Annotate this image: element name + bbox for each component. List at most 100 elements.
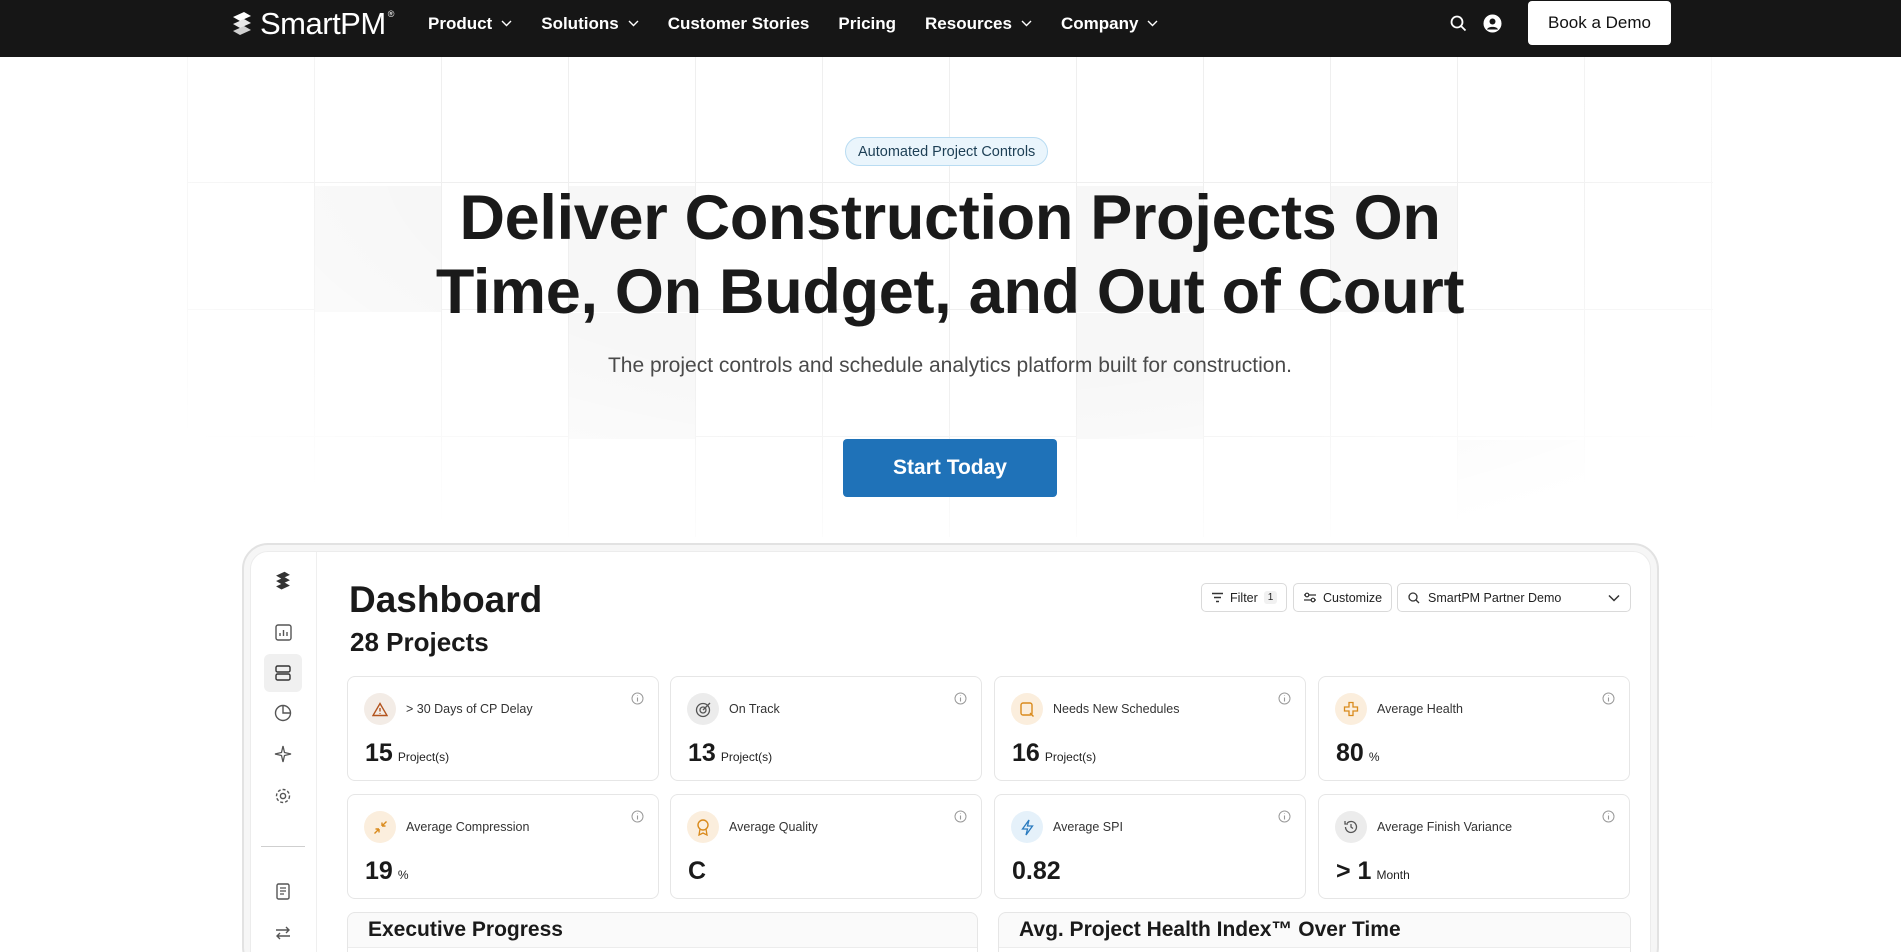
kpi-number: > 1 — [1336, 857, 1372, 885]
top-navigation: SmartPM ® Product Solutions Customer Sto… — [0, 0, 1901, 57]
customize-label: Customize — [1323, 590, 1383, 605]
info-icon[interactable] — [631, 810, 644, 823]
chevron-down-icon — [1608, 594, 1620, 602]
kpi-card-needs-new-schedules[interactable]: Needs New Schedules 16 Project(s) — [994, 676, 1306, 781]
brand-name: SmartPM — [260, 6, 386, 41]
search-icon[interactable] — [1448, 13, 1468, 33]
schedule-icon — [1011, 693, 1043, 725]
swap-arrows-icon[interactable] — [271, 921, 295, 945]
kpi-card-average-spi[interactable]: Average SPI 0.82 — [994, 794, 1306, 899]
menu-item-pricing[interactable]: Pricing — [838, 14, 896, 34]
chevron-down-icon — [628, 20, 639, 27]
kpi-number: 19 — [365, 857, 393, 885]
project-count: 28 Projects — [350, 627, 489, 657]
projects-icon[interactable] — [264, 654, 302, 692]
menu-item-label: Solutions — [541, 13, 619, 33]
hero-headline-line-1: Deliver Construction Projects On — [459, 183, 1441, 253]
panel-title: Avg. Project Health Index™ Over Time — [1019, 918, 1401, 941]
info-icon[interactable] — [954, 810, 967, 823]
dashboard-sidebar — [251, 552, 317, 952]
chevron-down-icon — [501, 20, 512, 27]
nav-actions: Book a Demo — [1448, 0, 1671, 46]
account-icon[interactable] — [1482, 13, 1502, 33]
menu-item-label: Company — [1060, 13, 1139, 33]
history-icon — [1335, 811, 1367, 843]
hero-badge: Automated Project Controls — [845, 137, 1049, 166]
kpi-number: C — [688, 857, 707, 885]
menu-item-solutions[interactable]: Solutions — [541, 13, 639, 34]
award-icon — [687, 811, 719, 843]
kpi-value: 80 % — [1336, 739, 1379, 768]
filter-button[interactable]: Filter 1 — [1201, 583, 1288, 612]
menu-item-product[interactable]: Product — [428, 14, 512, 34]
kpi-value: 0.82 — [1012, 857, 1066, 886]
info-icon[interactable] — [954, 692, 967, 705]
kpi-card-on-track[interactable]: On Track 13 Project(s) — [670, 676, 982, 781]
brand-registered-mark: ® — [387, 9, 395, 19]
kpi-value: > 1 Month — [1336, 857, 1410, 886]
compress-icon — [364, 811, 396, 843]
kpi-label: Average Quality — [729, 820, 818, 834]
kpi-unit: Project(s) — [397, 750, 450, 764]
kpi-value: 19 % — [365, 857, 408, 886]
warning-icon — [364, 693, 396, 725]
start-today-button[interactable]: Start Today — [843, 439, 1057, 497]
health-index-panel: Avg. Project Health Index™ Over Time — [998, 912, 1631, 952]
info-icon[interactable] — [1278, 810, 1291, 823]
kpi-card-average-compression[interactable]: Average Compression 19 % — [347, 794, 659, 899]
filter-lines-icon — [1212, 592, 1223, 603]
panel-title: Executive Progress — [368, 918, 563, 941]
kpi-label: Average Compression — [406, 820, 530, 834]
menu-item-customer-stories[interactable]: Customer Stories — [668, 14, 810, 34]
menu-item-label: Resources — [925, 13, 1012, 33]
kpi-unit: % — [1368, 750, 1380, 764]
kpi-label: Needs New Schedules — [1053, 702, 1180, 716]
main-menu: Product Solutions Customer Stories Prici… — [428, 0, 1158, 47]
kpi-card-average-health[interactable]: Average Health 80 % — [1318, 676, 1630, 781]
kpi-unit: Project(s) — [720, 750, 773, 764]
kpi-unit: % — [397, 868, 409, 882]
hero-subheadline: The project controls and schedule analyt… — [607, 354, 1292, 377]
pie-chart-icon[interactable] — [271, 701, 295, 725]
sparkle-icon[interactable] — [271, 742, 295, 766]
smartpm-logo-icon[interactable] — [271, 569, 295, 593]
info-icon[interactable] — [631, 692, 644, 705]
menu-item-label: Pricing — [838, 13, 897, 33]
info-icon[interactable] — [1278, 692, 1291, 705]
dashboard-preview: Dashboard 28 Projects Filter 1 Customize… — [250, 551, 1651, 952]
kpi-card-average-finish-variance[interactable]: Average Finish Variance > 1 Month — [1318, 794, 1630, 899]
hero-headline-line-2: Time, On Budget, and Out of Court — [435, 257, 1465, 327]
menu-item-resources[interactable]: Resources — [925, 14, 1032, 34]
customize-button[interactable]: Customize — [1293, 583, 1393, 612]
brand-logo[interactable]: SmartPM ® — [230, 8, 398, 40]
dashboard-title: Dashboard — [349, 579, 543, 620]
kpi-unit: Month — [1376, 868, 1410, 882]
panel-body — [999, 947, 1630, 952]
menu-item-company[interactable]: Company — [1061, 14, 1158, 34]
project-select[interactable]: SmartPM Partner Demo — [1397, 583, 1631, 612]
kpi-label: On Track — [729, 702, 780, 716]
info-icon[interactable] — [1602, 692, 1615, 705]
kpi-label: Average Finish Variance — [1377, 820, 1513, 834]
kpi-value: 15 Project(s) — [365, 739, 449, 768]
sliders-icon — [1304, 592, 1316, 603]
kpi-card-average-quality[interactable]: Average Quality C — [670, 794, 982, 899]
filter-label: Filter — [1230, 590, 1258, 605]
kpi-card-cp-delay[interactable]: > 30 Days of CP Delay 15 Project(s) — [347, 676, 659, 781]
kpi-label: > 30 Days of CP Delay — [406, 702, 533, 716]
menu-item-label: Product — [428, 13, 493, 33]
target-icon — [687, 693, 719, 725]
kpi-number: 15 — [365, 739, 393, 767]
chevron-down-icon — [1147, 20, 1158, 27]
health-plus-icon — [1335, 693, 1367, 725]
settings-gear-icon[interactable] — [271, 784, 295, 808]
kpi-number: 80 — [1336, 739, 1364, 767]
chevron-down-icon — [1021, 20, 1032, 27]
analytics-icon[interactable] — [271, 620, 295, 644]
info-icon[interactable] — [1602, 810, 1615, 823]
book-demo-button[interactable]: Book a Demo — [1528, 1, 1671, 45]
kpi-number: 0.82 — [1012, 857, 1061, 885]
kpi-value: 16 Project(s) — [1012, 739, 1096, 768]
report-icon[interactable] — [271, 879, 295, 903]
filter-count-badge: 1 — [1263, 591, 1278, 604]
